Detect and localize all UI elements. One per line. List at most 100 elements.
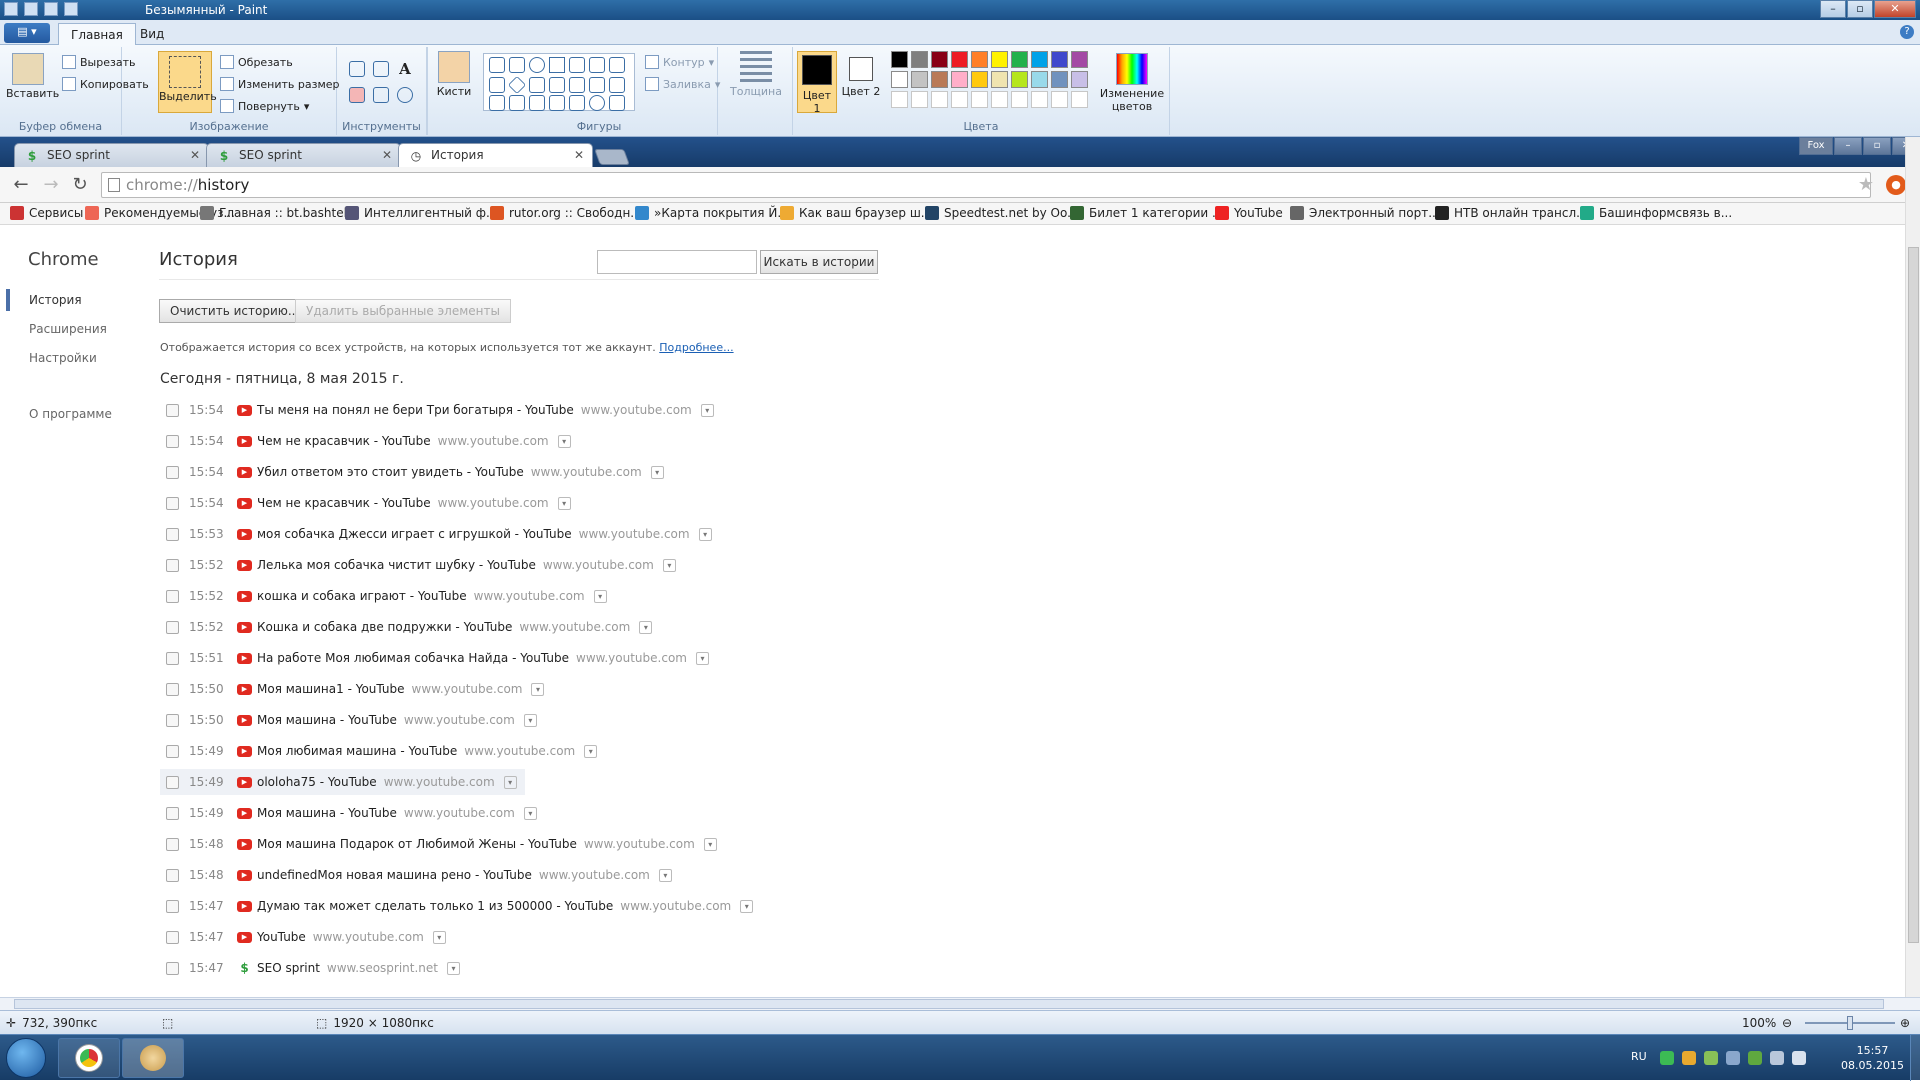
tray-app-icon[interactable] [1704,1051,1718,1065]
history-entry[interactable]: 15:50 ▶ Моя машина - YouTube www.youtube.co… [160,707,537,733]
entry-checkbox[interactable] [166,775,179,789]
entry-title-link[interactable]: Моя машина - YouTube [257,806,397,820]
palette-color-swatch[interactable] [1051,71,1068,88]
entry-checkbox[interactable] [166,651,179,665]
entry-menu-chevron-icon[interactable]: ▾ [662,558,676,572]
palette-color-swatch[interactable] [891,71,908,88]
history-entry[interactable]: 15:52 ▶ Лелька моя собачка чистит шубку - … [160,552,676,578]
learn-more-link[interactable]: Подробнее... [659,341,733,354]
sidebar-item-about[interactable]: О программе [29,407,112,421]
arrow-down-shape-icon[interactable] [489,95,505,111]
tray-app-icon[interactable] [1748,1051,1762,1065]
history-entry[interactable]: 15:54 ▶ Чем не красавчик - YouTube www.yout… [160,428,571,454]
tray-app-icon[interactable] [1726,1051,1740,1065]
palette-custom-slot[interactable] [891,91,908,108]
entry-checkbox[interactable] [166,496,179,510]
rotate-button[interactable]: Повернуть ▾ [220,99,309,113]
entry-title-link[interactable]: ololoha75 - YouTube [257,775,377,789]
help-icon[interactable]: ? [1900,25,1914,39]
palette-custom-slot[interactable] [911,91,928,108]
delete-selected-button[interactable]: Удалить выбранные элементы [295,299,511,323]
callout-rect-shape-icon[interactable] [569,95,585,111]
close-tab-icon[interactable]: ✕ [574,144,584,166]
entry-title-link[interactable]: кошка и собака играют - YouTube [257,589,467,603]
pencil-icon[interactable] [349,61,365,77]
tab-home[interactable]: Главная [58,23,136,45]
vertical-scrollbar[interactable] [1905,137,1920,997]
entry-checkbox[interactable] [166,806,179,820]
entry-title-link[interactable]: Моя машина - YouTube [257,713,397,727]
entry-menu-chevron-icon[interactable]: ▾ [557,434,571,448]
entry-checkbox[interactable] [166,434,179,448]
palette-color-swatch[interactable] [951,71,968,88]
palette-color-swatch[interactable] [891,51,908,68]
bookmark-item[interactable]: »Карта покрытия Й... [635,206,789,220]
edit-colors-button[interactable]: Изменение цветов [1097,53,1167,113]
address-bar[interactable]: chrome://history [101,172,1871,198]
entry-menu-chevron-icon[interactable]: ▾ [698,527,712,541]
palette-color-swatch[interactable] [1051,51,1068,68]
bookmark-item[interactable]: Электронный порт... [1290,206,1440,220]
palette-color-swatch[interactable] [931,71,948,88]
triangle-shape-icon[interactable] [609,57,625,73]
palette-custom-slot[interactable] [1051,91,1068,108]
undo-icon[interactable] [44,2,58,16]
star-four-shape-icon[interactable] [509,95,525,111]
size-button[interactable]: Толщина [728,51,784,98]
entry-checkbox[interactable] [166,620,179,634]
search-history-button[interactable]: Искать в истории [760,250,878,274]
history-entry[interactable]: 15:54 ▶ Ты меня на понял не бери Три богат… [160,397,714,423]
entry-menu-chevron-icon[interactable]: ▾ [658,868,672,882]
entry-menu-chevron-icon[interactable]: ▾ [740,899,754,913]
callout-oval-shape-icon[interactable] [589,95,605,111]
entry-menu-chevron-icon[interactable]: ▾ [584,744,598,758]
entry-title-link[interactable]: Моя любимая машина - YouTube [257,744,457,758]
entry-menu-chevron-icon[interactable]: ▾ [703,837,717,851]
browser-minimize-button[interactable]: – [1834,137,1862,155]
language-indicator[interactable]: RU [1631,1050,1647,1063]
tray-app-icon[interactable] [1660,1051,1674,1065]
history-entry[interactable]: 15:47 $ SEO sprint www.seosprint.net ▾ [160,955,460,981]
entry-menu-chevron-icon[interactable]: ▾ [593,589,607,603]
entry-menu-chevron-icon[interactable]: ▾ [650,465,664,479]
entry-title-link[interactable]: undefinedМоя новая машина рено - YouTube [257,868,532,882]
line-shape-icon[interactable] [489,57,505,73]
rectangle-shape-icon[interactable] [549,57,565,73]
entry-title-link[interactable]: Кошка и собака две подружки - YouTube [257,620,512,634]
history-entry[interactable]: 15:53 ▶ моя собачка Джесси играет с игрушк… [160,521,712,547]
history-entry[interactable]: 15:51 ▶ На работе Моя любимая собачка Найд… [160,645,709,671]
zoom-slider-thumb[interactable] [1847,1016,1853,1030]
entry-checkbox[interactable] [166,930,179,944]
horizontal-scroll-thumb[interactable] [14,999,1884,1009]
palette-color-swatch[interactable] [1071,51,1088,68]
entry-checkbox[interactable] [166,403,179,417]
entry-menu-chevron-icon[interactable]: ▾ [523,806,537,820]
magnifier-icon[interactable] [397,87,413,103]
entry-title-link[interactable]: На работе Моя любимая собачка Найда - Yo… [257,651,569,665]
entry-title-link[interactable]: Моя машина Подарок от Любимой Жены - You… [257,837,577,851]
entry-menu-chevron-icon[interactable]: ▾ [523,713,537,727]
close-tab-icon[interactable]: ✕ [190,144,200,166]
entry-title-link[interactable]: моя собачка Джесси играет с игрушкой - Y… [257,527,572,541]
back-button[interactable]: ← [10,174,32,196]
zoom-in-icon[interactable]: ⊕ [1900,1016,1910,1030]
entry-checkbox[interactable] [166,961,179,975]
history-entry[interactable]: 15:47 ▶ YouTube www.youtube.com ▾ [160,924,446,950]
sidebar-item-extensions[interactable]: Расширения [29,322,107,336]
right-triangle-shape-icon[interactable] [489,77,505,93]
history-entry[interactable]: 15:50 ▶ Моя машина1 - YouTube www.youtube.c… [160,676,545,702]
palette-color-swatch[interactable] [911,51,928,68]
resize-button[interactable]: Изменить размер [220,77,340,91]
oval-shape-icon[interactable] [529,57,545,73]
zoom-out-icon[interactable]: ⊖ [1782,1016,1792,1030]
save-icon[interactable] [24,2,38,16]
vertical-scroll-thumb[interactable] [1908,247,1919,943]
entry-checkbox[interactable] [166,713,179,727]
crop-button[interactable]: Обрезать [220,55,293,69]
entry-title-link[interactable]: YouTube [257,930,306,944]
palette-custom-slot[interactable] [991,91,1008,108]
pentagon-shape-icon[interactable] [529,77,545,93]
extension-icon[interactable]: ● [1886,175,1906,195]
history-entry[interactable]: 15:54 ▶ Чем не красавчик - YouTube www.yout… [160,490,571,516]
palette-custom-slot[interactable] [971,91,988,108]
